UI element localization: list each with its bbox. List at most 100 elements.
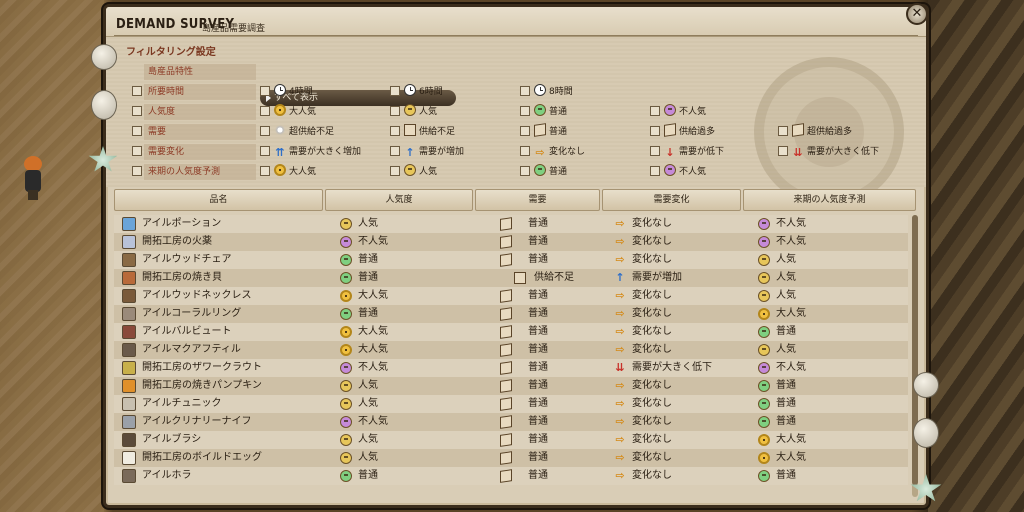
table-row[interactable]: アイルポーション 人気 普通 ⇨ 変化なし 不人気 bbox=[114, 215, 908, 233]
filter-row-checkbox[interactable] bbox=[132, 126, 142, 136]
filter-option-checkbox[interactable] bbox=[520, 106, 530, 116]
filter-option-checkbox[interactable] bbox=[260, 146, 270, 156]
table-row[interactable]: アイルホラ 普通 普通 ⇨ 変化なし 普通 bbox=[114, 467, 908, 485]
filter-option[interactable]: 8時間 bbox=[534, 83, 573, 101]
filter-option-checkbox[interactable] bbox=[650, 146, 660, 156]
very-popular-face-icon bbox=[758, 308, 770, 320]
right-arrow-icon: ⇨ bbox=[615, 253, 625, 266]
filter-option-checkbox[interactable] bbox=[390, 166, 400, 176]
filter-option[interactable]: 人気 bbox=[404, 163, 437, 181]
table-row[interactable]: アイルウッドネックレス 大人気 普通 ⇨ 変化なし 人気 bbox=[114, 287, 908, 305]
filter-option-checkbox[interactable] bbox=[650, 126, 660, 136]
filter-option-checkbox[interactable] bbox=[650, 166, 660, 176]
forecast-value: 大人気 bbox=[776, 452, 806, 463]
boxes-icon bbox=[500, 415, 512, 429]
filter-option[interactable]: ⇊ 需要が大きく低下 bbox=[792, 143, 879, 161]
filter-option-label: 供給不足 bbox=[419, 127, 456, 137]
filter-option-checkbox[interactable] bbox=[260, 106, 270, 116]
col-header-name[interactable]: 品名 bbox=[114, 189, 323, 211]
boxes-icon bbox=[500, 325, 512, 339]
filter-option[interactable]: ⇨ 変化なし bbox=[534, 143, 585, 161]
filter-option[interactable]: 超供給過多 bbox=[792, 123, 852, 141]
filter-option-checkbox[interactable] bbox=[520, 86, 530, 96]
table-row[interactable]: アイルクリナリーナイフ 不人気 普通 ⇨ 変化なし 普通 bbox=[114, 413, 908, 431]
table-row[interactable]: アイルマクアフティル 大人気 普通 ⇨ 変化なし 人気 bbox=[114, 341, 908, 359]
close-button[interactable]: ✕ bbox=[906, 3, 928, 25]
filter-option-checkbox[interactable] bbox=[390, 146, 400, 156]
table-row[interactable]: 開拓工房の火薬 不人気 普通 ⇨ 変化なし 不人気 bbox=[114, 233, 908, 251]
item-name: アイルクリナリーナイフ bbox=[142, 416, 252, 427]
right-arrow-icon: ⇨ bbox=[615, 343, 625, 356]
double-down-arrow-icon: ⇊ bbox=[615, 361, 625, 374]
boxes-icon bbox=[500, 217, 512, 231]
table-row[interactable]: アイルコーラルリング 普通 普通 ⇨ 変化なし 大人気 bbox=[114, 305, 908, 323]
filter-row-checkbox[interactable] bbox=[132, 106, 142, 116]
filter-option[interactable]: 人気 bbox=[404, 103, 437, 121]
unpopular-face-icon bbox=[758, 218, 770, 230]
popularity-value: 普通 bbox=[358, 272, 378, 283]
table-row[interactable]: 開拓工房の焼きパンプキン 人気 普通 ⇨ 変化なし 普通 bbox=[114, 377, 908, 395]
filter-option[interactable]: 供給過多 bbox=[664, 123, 715, 141]
filter-option-checkbox[interactable] bbox=[650, 106, 660, 116]
table-row[interactable]: 開拓工房のザワークラウト 不人気 普通 ⇊ 需要が大きく低下 不人気 bbox=[114, 359, 908, 377]
table-row[interactable]: アイルウッドチェア 普通 普通 ⇨ 変化なし 人気 bbox=[114, 251, 908, 269]
item-icon bbox=[122, 253, 136, 267]
filter-row: 人気度 大人気 人気 普通 不人気 bbox=[106, 103, 926, 121]
filter-option-checkbox[interactable] bbox=[520, 166, 530, 176]
popular-face-icon bbox=[758, 290, 770, 302]
clock-icon bbox=[534, 84, 546, 96]
title-bar[interactable]: DEMAND SURVEY 島産品需要調査 bbox=[106, 7, 926, 37]
boxes-icon bbox=[500, 433, 512, 447]
filter-option-checkbox[interactable] bbox=[778, 146, 788, 156]
col-header-forecast[interactable]: 来期の人気度予測 bbox=[743, 189, 916, 211]
filter-option-checkbox[interactable] bbox=[260, 166, 270, 176]
item-name: アイルチュニック bbox=[142, 398, 222, 409]
filter-option[interactable]: ↑ 需要が増加 bbox=[404, 143, 464, 161]
table-row[interactable]: 開拓工房のボイルドエッグ 人気 普通 ⇨ 変化なし 大人気 bbox=[114, 449, 908, 467]
filter-option-checkbox[interactable] bbox=[260, 126, 270, 136]
item-icon bbox=[122, 325, 136, 339]
table-row[interactable]: アイルブラシ 人気 普通 ⇨ 変化なし 大人気 bbox=[114, 431, 908, 449]
demand-value: 供給不足 bbox=[534, 272, 574, 283]
filter-option[interactable]: 不人気 bbox=[664, 103, 706, 121]
col-header-demand[interactable]: 需要 bbox=[475, 189, 600, 211]
filter-option[interactable]: 不人気 bbox=[664, 163, 706, 181]
filter-option[interactable]: 超供給不足 bbox=[274, 123, 334, 141]
filter-option[interactable]: 6時間 bbox=[404, 83, 443, 101]
demand-value: 普通 bbox=[528, 362, 548, 373]
filter-option-checkbox[interactable] bbox=[390, 106, 400, 116]
filter-row-checkbox[interactable] bbox=[132, 166, 142, 176]
popularity-value: 不人気 bbox=[358, 416, 388, 427]
filter-option-checkbox[interactable] bbox=[390, 126, 400, 136]
filter-row: 来期の人気度予測 大人気 人気 普通 不人気 bbox=[106, 163, 926, 181]
table-row[interactable]: 開拓工房の焼き貝 普通 供給不足 ↑ 需要が増加 人気 bbox=[114, 269, 908, 287]
filter-option-checkbox[interactable] bbox=[260, 86, 270, 96]
filter-row-checkbox[interactable] bbox=[132, 86, 142, 96]
filter-option-checkbox[interactable] bbox=[520, 146, 530, 156]
col-header-popularity[interactable]: 人気度 bbox=[325, 189, 473, 211]
filter-option[interactable]: 普通 bbox=[534, 163, 567, 181]
filter-option-checkbox[interactable] bbox=[520, 126, 530, 136]
table-row[interactable]: アイルチュニック 人気 普通 ⇨ 変化なし 普通 bbox=[114, 395, 908, 413]
forecast-value: 人気 bbox=[776, 290, 796, 301]
clock-icon bbox=[404, 84, 416, 96]
item-name: 開拓工房の焼きパンプキン bbox=[142, 380, 262, 391]
average-face-icon bbox=[758, 416, 770, 428]
demand-change-value: 需要が増加 bbox=[632, 272, 682, 283]
filter-option[interactable]: 普通 bbox=[534, 103, 567, 121]
table-scrollbar[interactable] bbox=[912, 215, 918, 497]
filter-option-checkbox[interactable] bbox=[390, 86, 400, 96]
filter-option[interactable]: 普通 bbox=[534, 123, 567, 141]
filter-row-checkbox[interactable] bbox=[132, 146, 142, 156]
filter-option[interactable]: ↓ 需要が低下 bbox=[664, 143, 724, 161]
filter-option[interactable]: ⇈ 需要が大きく増加 bbox=[274, 143, 361, 161]
table-row[interactable]: アイルバルビュート 大人気 普通 ⇨ 変化なし 普通 bbox=[114, 323, 908, 341]
filter-option[interactable]: 4時間 bbox=[274, 83, 313, 101]
filter-option-checkbox[interactable] bbox=[778, 126, 788, 136]
col-header-demand-change[interactable]: 需要変化 bbox=[602, 189, 741, 211]
item-name: アイルブラシ bbox=[142, 434, 202, 445]
filter-option[interactable]: 供給不足 bbox=[404, 123, 455, 141]
filter-option[interactable]: 大人気 bbox=[274, 103, 316, 121]
filter-option[interactable]: 大人気 bbox=[274, 163, 316, 181]
average-face-icon bbox=[534, 104, 546, 116]
